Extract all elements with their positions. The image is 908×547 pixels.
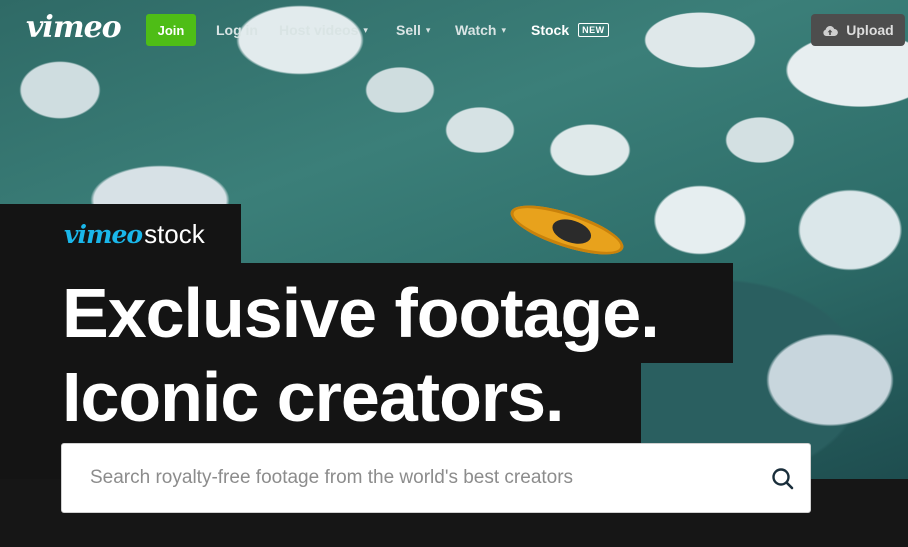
left-dark-strip bbox=[0, 204, 62, 479]
headline-line-1: Exclusive footage. bbox=[62, 263, 733, 363]
kayak-image bbox=[505, 195, 629, 265]
sell-menu[interactable]: Sell ▾ bbox=[396, 22, 430, 38]
watch-menu[interactable]: Watch ▾ bbox=[455, 22, 506, 38]
stock-search-bar bbox=[61, 443, 811, 513]
login-link[interactable]: Log in bbox=[216, 22, 258, 38]
login-label: Log in bbox=[216, 22, 258, 38]
vimeo-logo[interactable]: vimeo bbox=[26, 10, 122, 45]
top-navigation: vimeo Join Log in Host videos ▾ Sell ▾ W… bbox=[0, 0, 908, 60]
brand-vimeo-text: vimeo bbox=[64, 219, 143, 249]
headline-line-2: Iconic creators. bbox=[62, 362, 641, 448]
upload-label: Upload bbox=[846, 22, 894, 38]
brand-stock-text: stock bbox=[144, 218, 205, 249]
upload-button[interactable]: Upload bbox=[811, 14, 905, 46]
watch-label: Watch bbox=[455, 22, 497, 38]
stock-label: Stock bbox=[531, 22, 570, 38]
sell-label: Sell bbox=[396, 22, 421, 38]
vimeo-stock-brand: vimeo stock bbox=[62, 204, 241, 264]
host-videos-menu[interactable]: Host videos ▾ bbox=[279, 22, 368, 38]
search-input[interactable] bbox=[62, 444, 752, 512]
chevron-down-icon: ▾ bbox=[501, 24, 507, 35]
host-videos-label: Host videos bbox=[279, 22, 359, 38]
cloud-upload-icon bbox=[823, 25, 839, 36]
join-button[interactable]: Join bbox=[146, 14, 196, 46]
stock-link[interactable]: Stock NEW bbox=[531, 22, 609, 38]
chevron-down-icon: ▾ bbox=[425, 24, 431, 35]
new-badge: NEW bbox=[578, 23, 609, 37]
search-icon[interactable] bbox=[770, 466, 796, 492]
chevron-down-icon: ▾ bbox=[363, 24, 368, 35]
